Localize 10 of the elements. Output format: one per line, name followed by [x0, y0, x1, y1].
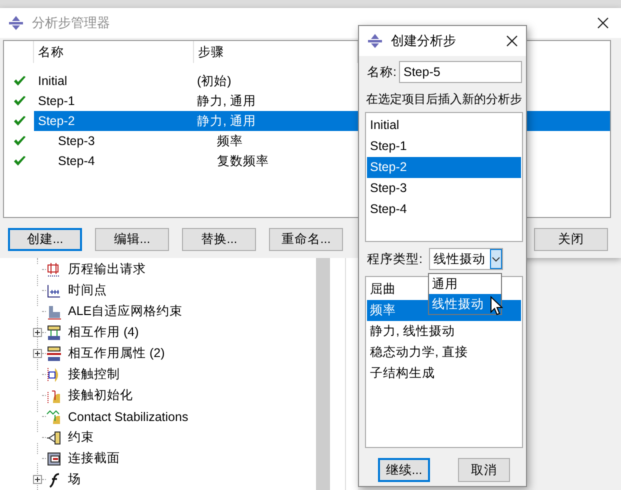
- procedure-cell-text: (初始): [196, 73, 232, 90]
- dialog-title: 创建分析步: [391, 32, 457, 50]
- procedure-cell-text: 静力, 通用: [196, 93, 257, 110]
- window-title: 分析步管理器: [32, 14, 111, 32]
- procedure-cell-text: 复数频率: [216, 153, 270, 170]
- procedure-cell: 静力, 通用: [194, 111, 358, 131]
- procedure-cell-text: 频率: [216, 133, 244, 150]
- name-label: 名称:: [367, 64, 396, 80]
- insert-label: 在选定项目后插入新的分析步: [365, 91, 523, 108]
- procedure-type-label: 程序类型:: [367, 250, 422, 268]
